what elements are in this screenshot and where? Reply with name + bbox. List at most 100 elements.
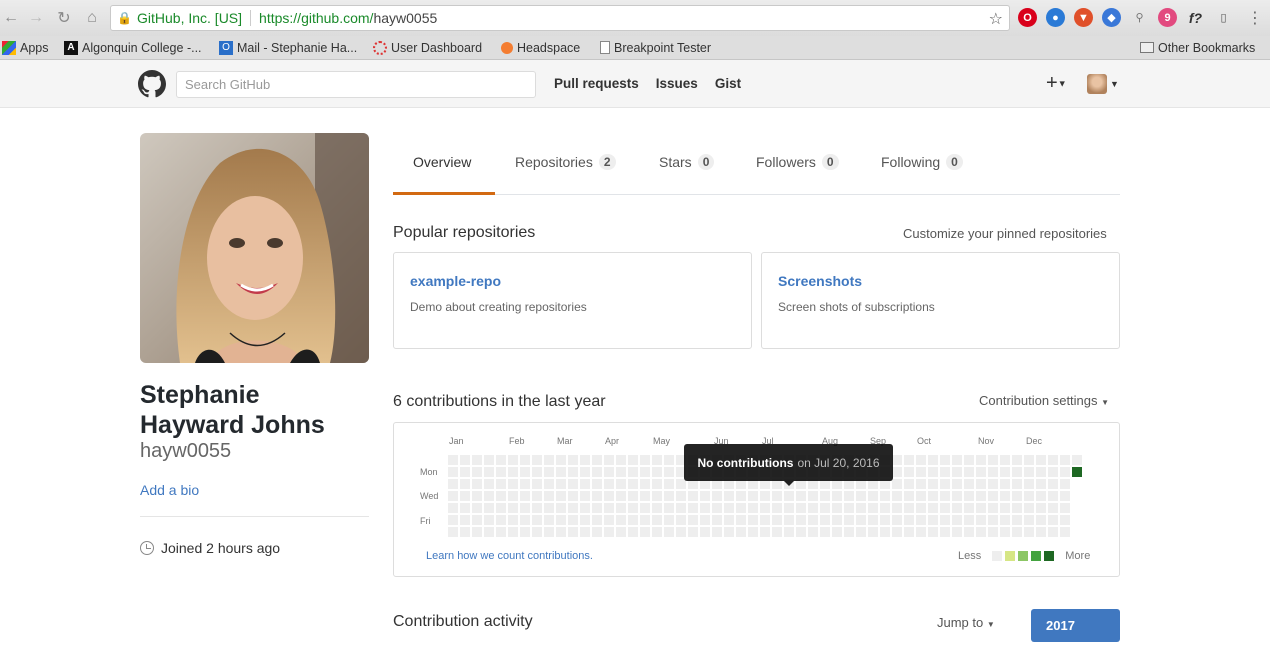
calendar-day[interactable] <box>448 491 458 501</box>
calendar-day[interactable] <box>892 479 902 489</box>
calendar-day[interactable] <box>640 479 650 489</box>
calendar-day[interactable] <box>868 515 878 525</box>
calendar-day[interactable] <box>952 515 962 525</box>
calendar-day[interactable] <box>496 527 506 537</box>
calendar-day[interactable] <box>472 503 482 513</box>
calendar-day[interactable] <box>580 515 590 525</box>
calendar-day[interactable] <box>904 491 914 501</box>
calendar-day[interactable] <box>772 527 782 537</box>
tab-repositories[interactable]: Repositories 2 <box>515 154 616 170</box>
calendar-day[interactable] <box>796 491 806 501</box>
calendar-day[interactable] <box>592 527 602 537</box>
calendar-day[interactable] <box>1000 527 1010 537</box>
calendar-day[interactable] <box>628 479 638 489</box>
calendar-day[interactable] <box>1024 527 1034 537</box>
calendar-day[interactable] <box>712 491 722 501</box>
calendar-day[interactable] <box>592 479 602 489</box>
calendar-day[interactable] <box>448 503 458 513</box>
calendar-day[interactable] <box>448 479 458 489</box>
calendar-day[interactable] <box>496 455 506 465</box>
calendar-day[interactable] <box>952 491 962 501</box>
calendar-day[interactable] <box>928 467 938 477</box>
calendar-day[interactable] <box>880 503 890 513</box>
create-new-button[interactable]: +▼ <box>1046 72 1067 95</box>
calendar-day[interactable] <box>472 527 482 537</box>
calendar-day[interactable] <box>892 467 902 477</box>
calendar-day[interactable] <box>760 515 770 525</box>
calendar-day[interactable] <box>520 479 530 489</box>
calendar-day[interactable] <box>556 455 566 465</box>
calendar-day[interactable] <box>700 503 710 513</box>
calendar-day[interactable] <box>592 467 602 477</box>
calendar-day[interactable] <box>1012 455 1022 465</box>
calendar-day[interactable] <box>868 527 878 537</box>
calendar-day[interactable] <box>532 491 542 501</box>
calendar-day[interactable] <box>952 467 962 477</box>
calendar-day[interactable] <box>700 527 710 537</box>
calendar-day[interactable] <box>964 491 974 501</box>
calendar-day[interactable] <box>640 467 650 477</box>
calendar-day[interactable] <box>1036 455 1046 465</box>
calendar-day[interactable] <box>988 479 998 489</box>
calendar-day[interactable] <box>1060 479 1070 489</box>
calendar-day[interactable] <box>568 503 578 513</box>
calendar-day[interactable] <box>604 527 614 537</box>
calendar-day[interactable] <box>940 467 950 477</box>
calendar-day[interactable] <box>472 515 482 525</box>
calendar-day[interactable] <box>772 491 782 501</box>
calendar-day[interactable] <box>1036 491 1046 501</box>
calendar-day[interactable] <box>688 515 698 525</box>
calendar-day[interactable] <box>820 527 830 537</box>
calendar-day[interactable] <box>604 515 614 525</box>
calendar-day[interactable] <box>1036 503 1046 513</box>
calendar-day[interactable] <box>952 527 962 537</box>
calendar-day[interactable] <box>988 455 998 465</box>
calendar-day[interactable] <box>808 527 818 537</box>
calendar-day[interactable] <box>544 503 554 513</box>
calendar-day[interactable] <box>856 503 866 513</box>
calendar-day[interactable] <box>484 467 494 477</box>
calendar-day[interactable] <box>916 467 926 477</box>
calendar-day[interactable] <box>928 527 938 537</box>
calendar-day[interactable] <box>784 527 794 537</box>
calendar-day[interactable] <box>928 479 938 489</box>
calendar-day[interactable] <box>652 515 662 525</box>
calendar-day[interactable] <box>892 527 902 537</box>
font-extension-icon[interactable]: f? <box>1186 8 1205 27</box>
shield-extension-icon[interactable]: ▼ <box>1074 8 1093 27</box>
calendar-day[interactable] <box>748 515 758 525</box>
calendar-day[interactable] <box>1000 503 1010 513</box>
calendar-day[interactable] <box>712 503 722 513</box>
calendar-day[interactable] <box>964 503 974 513</box>
calendar-day[interactable] <box>1000 467 1010 477</box>
calendar-day[interactable] <box>1048 479 1058 489</box>
jump-to-button[interactable]: Jump to ▼ <box>937 615 995 630</box>
calendar-day[interactable] <box>1072 467 1082 477</box>
calendar-day[interactable] <box>760 491 770 501</box>
calendar-day[interactable] <box>544 467 554 477</box>
calendar-day[interactable] <box>844 515 854 525</box>
calendar-day[interactable] <box>484 455 494 465</box>
calendar-day[interactable] <box>556 503 566 513</box>
calendar-day[interactable] <box>460 515 470 525</box>
calendar-day[interactable] <box>904 527 914 537</box>
calendar-day[interactable] <box>856 491 866 501</box>
calendar-day[interactable] <box>520 467 530 477</box>
calendar-day[interactable] <box>880 527 890 537</box>
calendar-day[interactable] <box>976 479 986 489</box>
calendar-day[interactable] <box>520 527 530 537</box>
calendar-day[interactable] <box>1012 515 1022 525</box>
calendar-day[interactable] <box>640 515 650 525</box>
calendar-day[interactable] <box>1036 479 1046 489</box>
calendar-day[interactable] <box>652 455 662 465</box>
calendar-day[interactable] <box>472 479 482 489</box>
user-menu-button[interactable]: ▼ <box>1087 74 1119 94</box>
calendar-day[interactable] <box>568 515 578 525</box>
calendar-day[interactable] <box>1012 527 1022 537</box>
calendar-day[interactable] <box>544 515 554 525</box>
calendar-day[interactable] <box>976 503 986 513</box>
calendar-day[interactable] <box>736 515 746 525</box>
calendar-day[interactable] <box>832 515 842 525</box>
bookmark-star-icon[interactable]: ☆ <box>989 9 1003 29</box>
calendar-day[interactable] <box>928 491 938 501</box>
